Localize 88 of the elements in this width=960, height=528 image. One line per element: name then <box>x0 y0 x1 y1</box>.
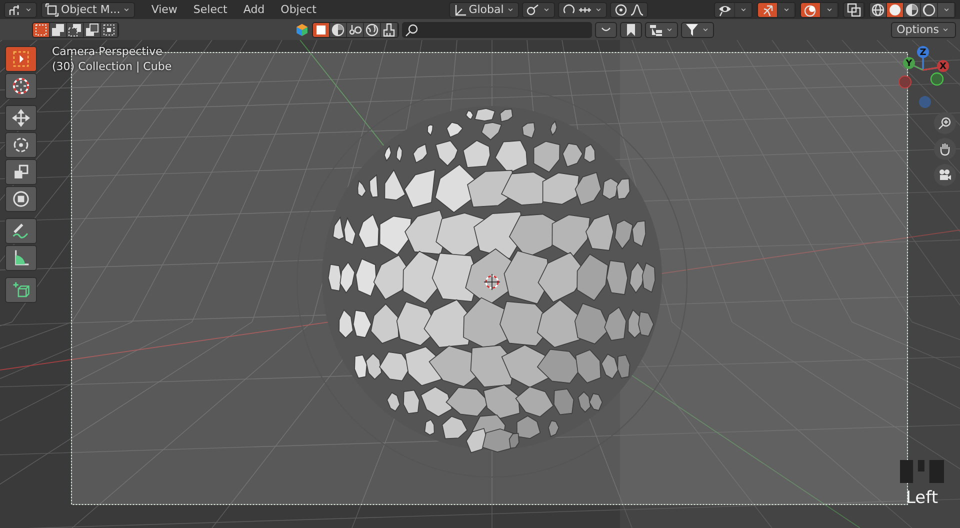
axes-icon <box>452 2 467 16</box>
curve-icon <box>630 2 644 16</box>
select-mode-button[interactable] <box>50 22 67 36</box>
solid-shading-button[interactable] <box>887 2 904 16</box>
menu-item[interactable]: View <box>145 3 184 16</box>
move-tool-button[interactable] <box>5 105 37 131</box>
snap-button[interactable] <box>558 2 607 18</box>
hierarchy-icon <box>649 22 664 36</box>
visibility-toggle[interactable] <box>715 2 736 16</box>
axis-gizmo[interactable]: Z Y X <box>897 46 959 112</box>
camera-name: Left <box>906 487 938 509</box>
material-shading-button[interactable] <box>904 2 922 16</box>
select-mode-button[interactable] <box>33 22 50 36</box>
orientation-dropdown[interactable]: Global <box>448 2 519 18</box>
magnifier-icon <box>938 116 952 130</box>
xray-toggle[interactable] <box>844 2 864 16</box>
collapse-button[interactable] <box>595 22 618 38</box>
annotate-tool-button[interactable] <box>5 218 37 244</box>
menu-item[interactable]: Select <box>187 3 234 16</box>
circle-icon <box>614 2 628 16</box>
scale-tool-button[interactable] <box>5 159 37 185</box>
globe-icon <box>365 22 380 36</box>
protractor-icon <box>12 249 30 267</box>
measure-tool-button[interactable] <box>5 245 37 271</box>
arrows-icon <box>12 109 30 127</box>
light-filter-button[interactable] <box>347 22 364 36</box>
pencil-icon <box>12 222 30 240</box>
pivot-dropdown[interactable] <box>522 2 555 18</box>
circles-icon <box>804 2 818 16</box>
search-field[interactable] <box>402 22 592 38</box>
menu-item[interactable]: Add <box>237 3 271 16</box>
filter-icon <box>685 22 700 36</box>
hexagon-icon <box>295 22 310 36</box>
transform-tool-button[interactable] <box>5 186 37 212</box>
brush-icon <box>382 22 396 36</box>
mode-dropdown[interactable]: Object M... <box>41 2 136 18</box>
selection-icon <box>34 22 48 36</box>
filter-dropdown[interactable] <box>681 22 714 38</box>
zoom-button[interactable] <box>934 112 956 134</box>
transform-icon <box>12 190 30 208</box>
overlays-toggle[interactable] <box>801 2 822 16</box>
mesh-filter-button[interactable] <box>313 22 330 36</box>
square-icon <box>45 2 59 16</box>
squares-icon <box>68 22 82 36</box>
gizmo-toggle[interactable] <box>758 2 778 16</box>
rotate-icon <box>12 136 30 154</box>
select-mode-button[interactable] <box>84 22 101 36</box>
square-icon <box>102 22 116 36</box>
globe-icon <box>871 2 886 16</box>
cube-icon <box>12 281 30 299</box>
rendered-shading-button[interactable] <box>921 2 938 16</box>
brush-filter-button[interactable] <box>381 22 398 36</box>
film-icon <box>900 460 944 483</box>
add-cube-tool-button[interactable] <box>5 277 37 303</box>
world-filter-button[interactable] <box>364 22 382 36</box>
cursor-tool-button[interactable] <box>5 73 37 99</box>
crosshair-icon <box>12 77 30 95</box>
sphere-icon <box>922 2 936 16</box>
squares-icon <box>85 22 99 36</box>
search-icon <box>405 22 420 36</box>
menu-item[interactable]: Object <box>274 3 322 16</box>
select-mode-button[interactable] <box>101 22 118 36</box>
sphere-icon <box>905 2 920 16</box>
camera-view-button[interactable] <box>934 164 956 186</box>
squares-icon <box>51 22 65 36</box>
sphere-icon <box>331 22 346 36</box>
material-filter-button[interactable] <box>330 22 348 36</box>
crosshair-icon <box>484 274 500 290</box>
select-box-tool-button[interactable] <box>5 46 37 72</box>
ruler-icon <box>578 6 592 12</box>
wireframe-shading-button[interactable] <box>870 2 888 16</box>
proportional-edit-button[interactable] <box>610 2 648 18</box>
options-dropdown[interactable]: Options <box>890 22 956 38</box>
pan-button[interactable] <box>934 138 956 160</box>
pointer-icon <box>12 50 30 68</box>
select-mode-button[interactable] <box>67 22 84 36</box>
object-info: (30) Collection | Cube <box>52 59 172 74</box>
squares-icon <box>846 2 861 16</box>
axes-icon <box>8 2 22 16</box>
hierarchy-dropdown[interactable] <box>645 22 678 38</box>
bookmark-button[interactable] <box>620 22 642 38</box>
square-icon <box>314 22 328 36</box>
sphere-icon <box>888 2 902 16</box>
hand-icon <box>938 142 952 156</box>
movie-camera-icon <box>938 168 952 182</box>
scale-icon <box>12 163 30 181</box>
rotate-tool-button[interactable] <box>5 132 37 158</box>
editor-type-button[interactable] <box>4 2 37 18</box>
